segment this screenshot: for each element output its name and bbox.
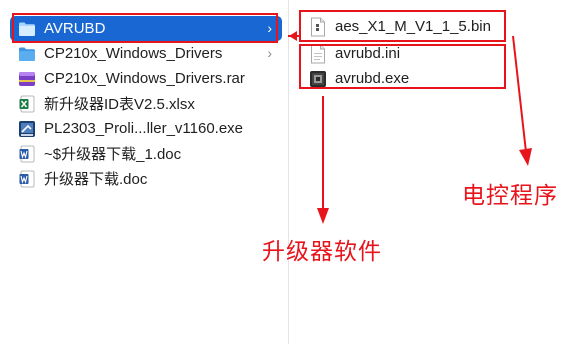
arrow-head-down-icon xyxy=(317,208,329,224)
annotation-ecu-program: 电控程序 xyxy=(462,182,558,208)
annotation-upgrader-software: 升级器软件 xyxy=(262,238,382,264)
arrow-head-down-icon xyxy=(519,148,532,166)
arrow-head-left-icon xyxy=(289,31,297,41)
arrow-ecu xyxy=(512,35,527,153)
annotation-arrows xyxy=(288,31,532,224)
